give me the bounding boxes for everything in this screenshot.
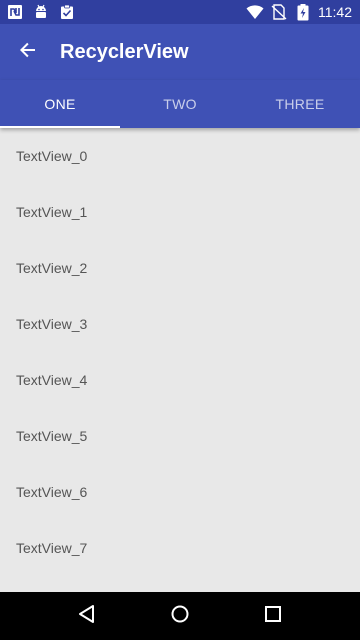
tab-bar: ONE TWO THREE — [0, 80, 360, 128]
nfc-icon — [6, 3, 24, 21]
tab-three[interactable]: THREE — [240, 80, 360, 128]
status-right-icons: 11:42 — [246, 3, 352, 21]
tab-two[interactable]: TWO — [120, 80, 240, 128]
list-item[interactable]: TextView_2 — [0, 240, 360, 296]
battery-charging-icon — [294, 3, 312, 21]
clipboard-check-icon — [58, 3, 76, 21]
no-sim-icon — [270, 3, 288, 21]
list-item[interactable]: TextView_6 — [0, 464, 360, 520]
list-item[interactable]: TextView_3 — [0, 296, 360, 352]
list-item[interactable]: TextView_0 — [0, 128, 360, 184]
wifi-icon — [246, 3, 264, 21]
app-bar: RecyclerView — [0, 24, 360, 80]
screen: 11:42 RecyclerView ONE TWO THREE TextVie… — [0, 0, 360, 640]
tab-one[interactable]: ONE — [0, 80, 120, 128]
arrow-back-icon — [18, 40, 38, 65]
status-time: 11:42 — [318, 4, 352, 20]
app-title: RecyclerView — [60, 41, 189, 63]
list-item[interactable]: TextView_5 — [0, 408, 360, 464]
status-left-icons — [6, 3, 76, 21]
recents-square-icon — [263, 604, 283, 629]
tab-two-label: TWO — [163, 96, 197, 112]
tab-indicator — [0, 126, 120, 128]
nav-back-button[interactable] — [63, 592, 111, 640]
nav-recents-button[interactable] — [249, 592, 297, 640]
list-item[interactable]: TextView_1 — [0, 184, 360, 240]
nav-home-button[interactable] — [156, 592, 204, 640]
back-button[interactable] — [4, 28, 52, 76]
tab-one-label: ONE — [44, 96, 76, 112]
tab-three-label: THREE — [275, 96, 325, 112]
recycler-list[interactable]: TextView_0 TextView_1 TextView_2 TextVie… — [0, 128, 360, 592]
back-triangle-icon — [77, 604, 97, 629]
system-nav-bar — [0, 592, 360, 640]
home-circle-icon — [170, 604, 190, 629]
android-debug-icon — [32, 3, 50, 21]
list-item[interactable]: TextView_7 — [0, 520, 360, 576]
status-bar: 11:42 — [0, 0, 360, 24]
list-item[interactable]: TextView_4 — [0, 352, 360, 408]
